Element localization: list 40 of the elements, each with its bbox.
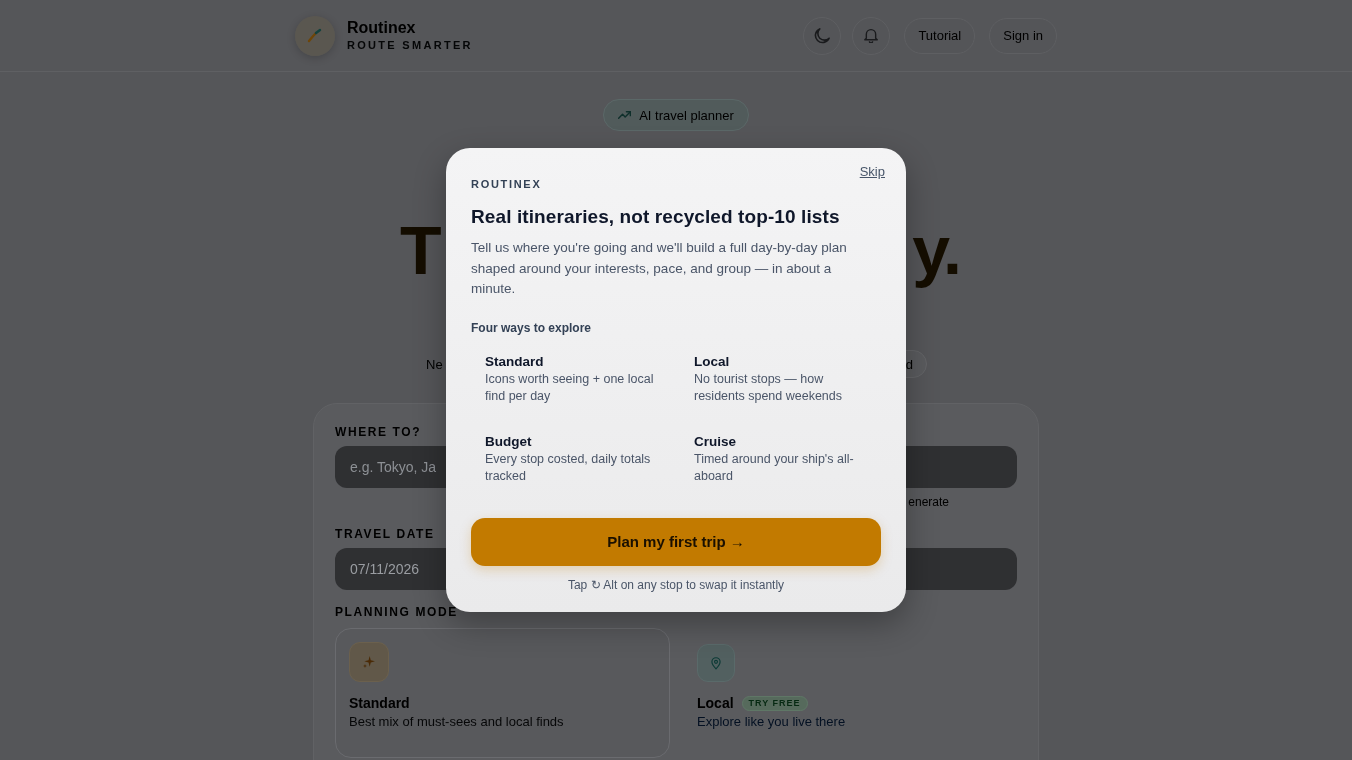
dialog-title: Real itineraries, not recycled top-10 lists bbox=[471, 205, 841, 228]
mode-name: Cruise bbox=[694, 433, 738, 450]
logo-icon bbox=[295, 15, 335, 56]
sparkle-icon bbox=[349, 642, 389, 682]
moon-icon bbox=[814, 27, 831, 44]
swap-tip: Tap ↻ Alt on any stop to swap it instantly bbox=[566, 576, 786, 593]
mode-description: Timed around your ship's all-aboard bbox=[694, 450, 855, 485]
field-hint: enerate bbox=[908, 495, 949, 509]
trial-badge: TRY FREE bbox=[741, 696, 808, 711]
header-button[interactable]: Sign in bbox=[989, 17, 1057, 54]
bell-icon bbox=[864, 28, 879, 43]
dialog-eyebrow: ROUTINEX bbox=[471, 177, 542, 191]
mode-card[interactable]: Local TRY FREE Explore like you live there bbox=[683, 628, 1017, 758]
field-label: WHERE TO? bbox=[335, 425, 422, 439]
badge-label: AI travel planner bbox=[639, 107, 734, 123]
mode-description: Every stop costed, daily totals tracked bbox=[485, 450, 652, 485]
section-heading: Four ways to explore bbox=[471, 319, 593, 336]
mode-name: Standard bbox=[349, 695, 410, 712]
filter-chip[interactable]: Ne bbox=[413, 350, 456, 378]
mode-name: Local bbox=[694, 353, 731, 370]
mode-name: Local bbox=[697, 695, 734, 712]
mode-name: Budget bbox=[485, 433, 533, 450]
map-pin-icon bbox=[697, 644, 735, 682]
brand-tagline: ROUTE SMARTER bbox=[347, 39, 473, 52]
mode-description: No tourist stops — how residents spend weekends bbox=[694, 370, 843, 405]
mode-description: Explore like you live there bbox=[697, 714, 846, 730]
mode-card[interactable]: Standard Best mix of must-sees and local finds bbox=[335, 628, 670, 758]
field-label: TRAVEL DATE bbox=[335, 527, 435, 541]
mode-name: Standard bbox=[485, 353, 545, 370]
brand-name: Routinex bbox=[347, 18, 417, 37]
section-label: PLANNING MODE bbox=[335, 605, 458, 619]
dialog-body: Tell us where you're going and we'll build a full day-by-day plan shaped around your interests, pace, and group — in about a minute. bbox=[471, 239, 848, 298]
plan-trip-button[interactable]: Plan my first trip → bbox=[471, 517, 881, 566]
skip-link[interactable]: Skip bbox=[859, 164, 885, 180]
mode-description: Icons worth seeing + one local find per day bbox=[485, 370, 655, 405]
trend-arrow-icon bbox=[618, 111, 632, 119]
headline-text: y. bbox=[912, 211, 960, 290]
headline-text: T bbox=[400, 211, 440, 290]
header-button[interactable]: Tutorial bbox=[904, 17, 976, 54]
mode-description: Best mix of must-sees and local finds bbox=[349, 714, 564, 730]
